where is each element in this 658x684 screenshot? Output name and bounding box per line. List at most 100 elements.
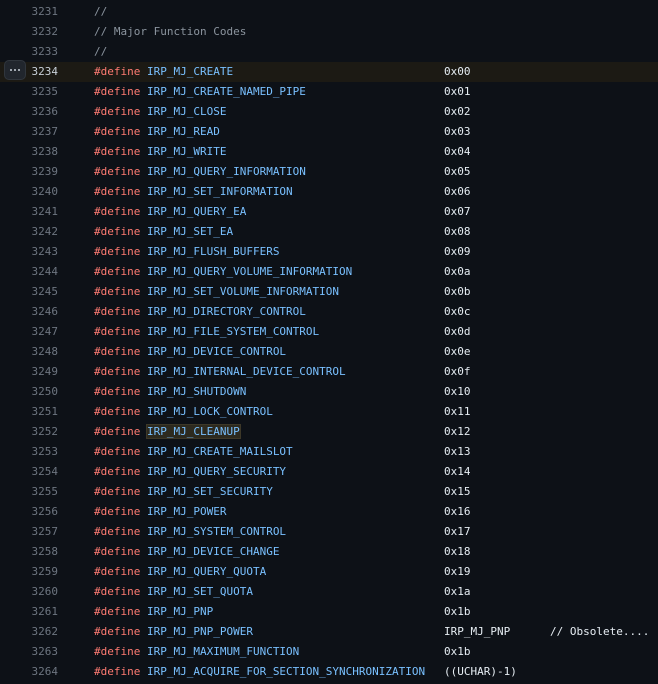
macro-name[interactable]: IRP_MJ_SET_VOLUME_INFORMATION xyxy=(147,285,339,298)
code-text: #define IRP_MJ_SYSTEM_CONTROL xyxy=(94,522,286,542)
macro-name[interactable]: IRP_MJ_DEVICE_CHANGE xyxy=(147,545,279,558)
line-number[interactable]: 3251 xyxy=(0,402,59,422)
line-number[interactable]: 3253 xyxy=(0,442,59,462)
macro-name[interactable]: IRP_MJ_PNP xyxy=(147,605,213,618)
macro-name[interactable]: IRP_MJ_SHUTDOWN xyxy=(147,385,246,398)
line-number[interactable]: 3262 xyxy=(0,622,59,642)
macro-name[interactable]: IRP_MJ_SET_QUOTA xyxy=(147,585,253,598)
macro-name[interactable]: IRP_MJ_ACQUIRE_FOR_SECTION_SYNCHRONIZATI… xyxy=(147,665,425,678)
macro-name[interactable]: IRP_MJ_QUERY_INFORMATION xyxy=(147,165,306,178)
macro-name[interactable]: IRP_MJ_QUERY_SECURITY xyxy=(147,465,286,478)
code-text: #define IRP_MJ_POWER xyxy=(94,502,226,522)
code-text: #define IRP_MJ_DEVICE_CONTROL xyxy=(94,342,286,362)
macro-name[interactable]: IRP_MJ_WRITE xyxy=(147,145,226,158)
code-text: #define IRP_MJ_SET_INFORMATION xyxy=(94,182,293,202)
code-text: #define IRP_MJ_PNP xyxy=(94,602,213,622)
code-line: 3260 #define IRP_MJ_SET_QUOTA 0x1a xyxy=(0,582,658,602)
macro-name[interactable]: IRP_MJ_DIRECTORY_CONTROL xyxy=(147,305,306,318)
code-text: #define IRP_MJ_SET_SECURITY xyxy=(94,482,273,502)
line-number[interactable]: 3232 xyxy=(0,22,59,42)
line-number[interactable]: 3261 xyxy=(0,602,59,622)
macro-name[interactable]: IRP_MJ_QUERY_VOLUME_INFORMATION xyxy=(147,265,352,278)
line-number[interactable]: 3238 xyxy=(0,142,59,162)
macro-name[interactable]: IRP_MJ_FLUSH_BUFFERS xyxy=(147,245,279,258)
define-keyword: #define xyxy=(94,265,141,278)
macro-name[interactable]: IRP_MJ_CLEANUP xyxy=(145,424,241,439)
macro-value: 0x18 xyxy=(444,545,471,558)
code-line: 3261 #define IRP_MJ_PNP 0x1b xyxy=(0,602,658,622)
macro-name[interactable]: IRP_MJ_CREATE xyxy=(147,65,233,78)
line-number[interactable]: 3243 xyxy=(0,242,59,262)
line-number[interactable]: 3259 xyxy=(0,562,59,582)
define-keyword: #define xyxy=(94,665,141,678)
macro-name[interactable]: IRP_MJ_MAXIMUM_FUNCTION xyxy=(147,645,299,658)
macro-value: 0x0b xyxy=(444,285,471,298)
define-keyword: #define xyxy=(94,445,141,458)
macro-value: 0x15 xyxy=(444,485,471,498)
line-number[interactable]: 3255 xyxy=(0,482,59,502)
line-number[interactable]: 3242 xyxy=(0,222,59,242)
macro-name[interactable]: IRP_MJ_CREATE_MAILSLOT xyxy=(147,445,293,458)
macro-value: 0x0c xyxy=(444,305,471,318)
macro-name[interactable]: IRP_MJ_CLOSE xyxy=(147,105,226,118)
line-number[interactable]: 3244 xyxy=(0,262,59,282)
code-view: 3231//3232// Major Function Codes 3233//3… xyxy=(0,2,658,682)
code-text: #define IRP_MJ_SHUTDOWN xyxy=(94,382,246,402)
code-line: 3251 #define IRP_MJ_LOCK_CONTROL 0x11 xyxy=(0,402,658,422)
define-keyword: #define xyxy=(94,385,141,398)
line-number[interactable]: 3241 xyxy=(0,202,59,222)
line-number[interactable]: 3235 xyxy=(0,82,59,102)
line-number[interactable]: 3260 xyxy=(0,582,59,602)
macro-name[interactable]: IRP_MJ_POWER xyxy=(147,505,226,518)
macro-name[interactable]: IRP_MJ_SET_EA xyxy=(147,225,233,238)
code-line: 3262 #define IRP_MJ_PNP_POWER IRP_MJ_PNP //… xyxy=(0,622,658,642)
line-number[interactable]: 3248 xyxy=(0,342,59,362)
macro-name[interactable]: IRP_MJ_INTERNAL_DEVICE_CONTROL xyxy=(147,365,346,378)
code-text: #define IRP_MJ_ACQUIRE_FOR_SECTION_SYNCH… xyxy=(94,662,425,682)
line-number[interactable]: 3264 xyxy=(0,662,59,682)
line-number[interactable]: 3246 xyxy=(0,302,59,322)
define-keyword: #define xyxy=(94,465,141,478)
line-actions-button[interactable] xyxy=(4,60,26,80)
code-text: #define IRP_MJ_CREATE_NAMED_PIPE xyxy=(94,82,306,102)
line-number[interactable]: 3245 xyxy=(0,282,59,302)
code-text: #define IRP_MJ_CLOSE xyxy=(94,102,226,122)
macro-name[interactable]: IRP_MJ_DEVICE_CONTROL xyxy=(147,345,286,358)
macro-value: 0x08 xyxy=(444,225,471,238)
line-number[interactable]: 3237 xyxy=(0,122,59,142)
code-line: 3243 #define IRP_MJ_FLUSH_BUFFERS 0x09 xyxy=(0,242,658,262)
line-number[interactable]: 3252 xyxy=(0,422,59,442)
macro-name[interactable]: IRP_MJ_READ xyxy=(147,125,220,138)
line-number[interactable]: 3240 xyxy=(0,182,59,202)
line-number[interactable]: 3233 xyxy=(0,42,59,62)
macro-name[interactable]: IRP_MJ_SET_SECURITY xyxy=(147,485,273,498)
line-number[interactable]: 3254 xyxy=(0,462,59,482)
define-keyword: #define xyxy=(94,645,141,658)
macro-name[interactable]: IRP_MJ_SET_INFORMATION xyxy=(147,185,293,198)
code-text: #define IRP_MJ_INTERNAL_DEVICE_CONTROL xyxy=(94,362,346,382)
macro-name[interactable]: IRP_MJ_QUERY_EA xyxy=(147,205,246,218)
macro-name[interactable]: IRP_MJ_QUERY_QUOTA xyxy=(147,565,266,578)
line-number[interactable]: 3258 xyxy=(0,542,59,562)
line-number[interactable]: 3256 xyxy=(0,502,59,522)
line-number[interactable]: 3249 xyxy=(0,362,59,382)
macro-name[interactable]: IRP_MJ_FILE_SYSTEM_CONTROL xyxy=(147,325,319,338)
macro-name[interactable]: IRP_MJ_PNP_POWER xyxy=(147,625,253,638)
code-line: 3232 // Major Function Codes xyxy=(0,22,658,42)
line-number[interactable]: 3231 xyxy=(0,2,59,22)
define-keyword: #define xyxy=(94,325,141,338)
line-number[interactable]: 3236 xyxy=(0,102,59,122)
code-text: #define IRP_MJ_SET_VOLUME_INFORMATION xyxy=(94,282,339,302)
code-text: #define IRP_MJ_LOCK_CONTROL xyxy=(94,402,273,422)
line-number[interactable]: 3250 xyxy=(0,382,59,402)
code-text: #define IRP_MJ_QUERY_QUOTA xyxy=(94,562,266,582)
line-number[interactable]: 3257 xyxy=(0,522,59,542)
macro-name[interactable]: IRP_MJ_LOCK_CONTROL xyxy=(147,405,273,418)
macro-name[interactable]: IRP_MJ_SYSTEM_CONTROL xyxy=(147,525,286,538)
line-number[interactable]: 3247 xyxy=(0,322,59,342)
code-text: #define IRP_MJ_CLEANUP xyxy=(94,422,241,442)
line-number[interactable]: 3239 xyxy=(0,162,59,182)
macro-name[interactable]: IRP_MJ_CREATE_NAMED_PIPE xyxy=(147,85,306,98)
kebab-horizontal-icon xyxy=(10,69,20,71)
line-number[interactable]: 3263 xyxy=(0,642,59,662)
